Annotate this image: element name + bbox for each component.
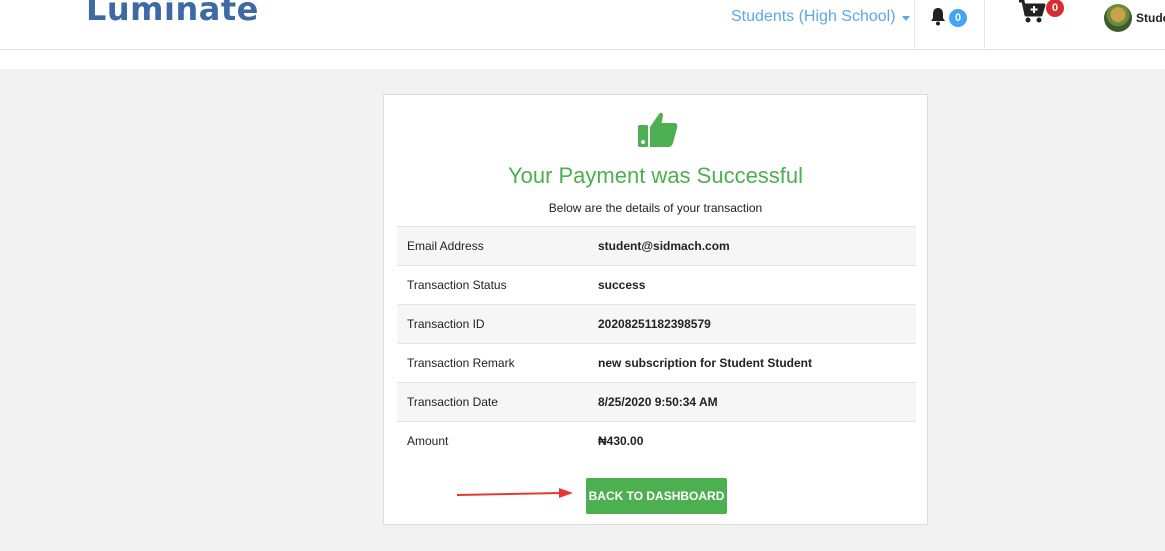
table-row: Transaction ID 20208251182398579 xyxy=(397,304,916,344)
page-title: Your Payment was Successful xyxy=(507,163,804,188)
row-value: ₦430.00 xyxy=(598,421,916,461)
row-label: Email Address xyxy=(397,226,598,266)
payment-success-card: Your Payment was Successful Below are th… xyxy=(383,94,928,525)
app-logo[interactable]: Luminate xyxy=(86,0,259,28)
table-row: Transaction Status success xyxy=(397,265,916,305)
notifications-badge: 0 xyxy=(949,9,967,27)
cart-button[interactable]: 0 xyxy=(1018,0,1064,31)
row-value: student@sidmach.com xyxy=(598,226,916,266)
navbar-divider xyxy=(984,0,985,49)
school-level-dropdown[interactable]: Students (High School) xyxy=(731,8,910,26)
row-label: Transaction Remark xyxy=(397,343,598,383)
caret-down-icon xyxy=(901,15,910,21)
table-row: Transaction Remark new subscription for … xyxy=(397,343,916,383)
back-to-dashboard-button[interactable]: BACK TO DASHBOARD xyxy=(586,478,727,514)
annotation-arrow-icon xyxy=(456,488,573,498)
thumbs-up-icon xyxy=(638,112,678,147)
avatar[interactable] xyxy=(1104,4,1132,32)
row-value: 8/25/2020 9:50:34 AM xyxy=(598,382,916,422)
bell-icon xyxy=(931,8,945,26)
top-navbar: Luminate Students (High School) 0 0 Stud… xyxy=(0,0,1165,50)
cart-icon xyxy=(1019,0,1046,23)
row-label: Amount xyxy=(397,421,598,461)
logo-text: uminate xyxy=(106,0,259,28)
table-row: Amount ₦430.00 xyxy=(397,421,916,461)
transaction-details-table: Email Address student@sidmach.com Transa… xyxy=(397,226,916,461)
cart-badge: 0 xyxy=(1046,0,1064,17)
logo-mark: L xyxy=(86,0,107,28)
row-value: 20208251182398579 xyxy=(598,304,916,344)
row-label: Transaction Status xyxy=(397,265,598,305)
page-subtitle: Below are the details of your transactio… xyxy=(548,201,763,215)
row-label: Transaction ID xyxy=(397,304,598,344)
table-row: Transaction Date 8/25/2020 9:50:34 AM xyxy=(397,382,916,422)
table-row: Email Address student@sidmach.com xyxy=(397,226,916,266)
subheader-strip xyxy=(0,50,1165,69)
row-value: success xyxy=(598,265,916,305)
school-level-label: Students (High School) xyxy=(731,8,896,25)
notifications-button[interactable]: 0 xyxy=(929,7,967,32)
user-name[interactable]: Stude xyxy=(1136,11,1165,25)
row-label: Transaction Date xyxy=(397,382,598,422)
navbar-divider xyxy=(914,0,915,49)
row-value: new subscription for Student Student xyxy=(598,343,916,383)
